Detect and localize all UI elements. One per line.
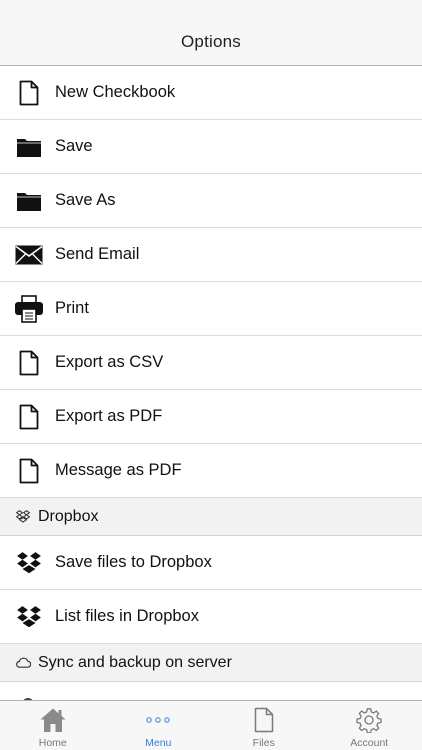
gear-icon <box>356 706 382 734</box>
menu-item-list-dropbox[interactable]: List files in Dropbox <box>0 590 422 644</box>
ellipsis-icon <box>145 706 171 734</box>
dropbox-icon <box>0 590 55 644</box>
tab-menu[interactable]: Menu <box>106 701 212 750</box>
document-icon <box>0 336 55 390</box>
menu-item-send-email[interactable]: Send Email <box>0 228 422 282</box>
menu-item-label: Send Email <box>55 245 140 263</box>
menu-item-label: Save files to Dropbox <box>55 553 212 571</box>
menu-item-label: Export as CSV <box>55 353 164 371</box>
tab-label: Menu <box>145 737 172 749</box>
menu-item-export-csv[interactable]: Export as CSV <box>0 336 422 390</box>
menu-item-label: Export as PDF <box>55 407 163 425</box>
folder-icon <box>0 120 55 174</box>
menu-item-save[interactable]: Save <box>0 120 422 174</box>
document-icon <box>0 66 55 120</box>
nav-bar: Options <box>0 0 422 66</box>
home-icon <box>39 706 67 734</box>
dropbox-icon <box>0 536 55 590</box>
menu-item-new-checkbook[interactable]: New Checkbook <box>0 66 422 120</box>
printer-icon <box>0 282 55 336</box>
tab-label: Files <box>252 737 275 749</box>
tab-files[interactable]: Files <box>211 701 317 750</box>
section-header-sync: Sync and backup on server <box>0 644 422 682</box>
section-header-dropbox: Dropbox <box>0 498 422 536</box>
list-item-partial[interactable] <box>0 682 422 700</box>
menu-item-save-dropbox[interactable]: Save files to Dropbox <box>0 536 422 590</box>
menu-item-message-pdf[interactable]: Message as PDF <box>0 444 422 498</box>
menu-item-print[interactable]: Print <box>0 282 422 336</box>
tab-label: Home <box>38 737 67 749</box>
menu-item-label: New Checkbook <box>55 83 176 101</box>
tab-bar: Home Menu Files Account <box>0 700 422 750</box>
envelope-icon <box>0 228 55 282</box>
document-icon <box>0 444 55 498</box>
tab-account[interactable]: Account <box>317 701 422 750</box>
folder-icon <box>0 174 55 228</box>
page-title: Options <box>181 32 241 51</box>
options-list: New Checkbook Save Save As Send Email Pr… <box>0 66 422 700</box>
dropbox-icon <box>14 508 32 526</box>
menu-item-label: Print <box>55 299 89 317</box>
file-icon <box>254 706 274 734</box>
menu-item-label: Save As <box>55 191 116 209</box>
cloud-icon <box>14 654 32 672</box>
section-header-label: Dropbox <box>38 507 99 525</box>
menu-item-label: Message as PDF <box>55 461 182 479</box>
menu-item-label: Save <box>55 137 93 155</box>
menu-item-label: List files in Dropbox <box>55 607 199 625</box>
menu-item-export-pdf[interactable]: Export as PDF <box>0 390 422 444</box>
section-header-label: Sync and backup on server <box>38 653 232 671</box>
tab-label: Account <box>350 737 389 749</box>
menu-item-save-as[interactable]: Save As <box>0 174 422 228</box>
document-icon <box>0 390 55 444</box>
tab-home[interactable]: Home <box>0 701 106 750</box>
